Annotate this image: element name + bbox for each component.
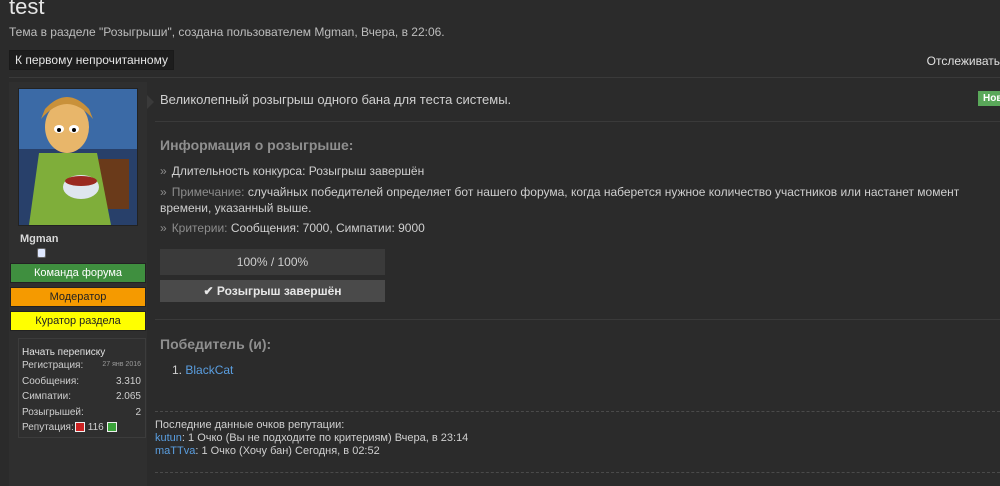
finished-label: Розыгрыш завершён [216,284,342,298]
avatar-image [19,89,137,225]
duration-item: » Длительность конкурса: Розыгрыш завершё… [160,164,424,178]
duration-text: Длительность конкурса: Розыгрыш завершён [171,164,425,178]
criteria-item: » Критерии: Сообщения: 7000, Симпатии: 90… [160,221,425,235]
winner-link[interactable]: BlackCat [185,363,233,377]
badge-curator: Куратор раздела [10,311,146,331]
note-item: » Примечание: случайных победителей опред… [160,184,1000,216]
post-lead: Великолепный розыгрыш одного бана для те… [160,92,512,107]
post-divider [155,121,1000,122]
check-icon: ✔ [203,284,214,298]
user-info-box: Начать переписку Регистрация: 27 янв 201… [18,338,146,438]
stat-label: Регистрация: [22,360,84,371]
chevron-right-icon: » [160,185,167,199]
giveaway-finished-button[interactable]: ✔ Розыгрыш завершён [160,280,385,302]
reputation-heading: Последние данные очков репутации: [155,419,345,431]
user-name[interactable]: Mgman [20,233,59,245]
note-text: случайных победителей определяет бот наш… [160,185,960,215]
stat-label: Репутация: [22,422,74,433]
stat-value: 2.065 [115,391,141,402]
reputation-entry: kutun: 1 Очко (Вы не подходите по критер… [155,432,468,444]
stat-label: Сообщения: [22,376,80,387]
giveaway-info-heading: Информация о розыгрыше: [160,137,354,153]
start-conversation-link[interactable]: Начать переписку [22,347,105,358]
reputation-entry-text: : 1 Очко (Вы не подходите по критериям) … [181,432,469,444]
new-tag: Нов [978,91,1000,106]
thread-title: test [9,0,45,19]
stat-value[interactable]: 3.310 [116,376,141,387]
header-divider [9,77,1000,78]
reputation-entry: maTTva: 1 Очко (Хочу бан) Сегодня, в 02:… [155,445,380,457]
winners-heading: Победитель (и): [160,336,272,352]
badge-moderator: Модератор [10,287,146,307]
stat-value: 2 [135,407,141,418]
user-status-icon [37,248,46,258]
post-divider [155,319,1000,320]
badge-team: Команда форума [10,263,146,283]
reputation-minus-icon[interactable] [75,422,85,433]
reputation-plus-icon[interactable] [106,422,117,433]
giveaway-progress: 100% / 100% [160,249,385,275]
winner-item: 1. BlackCat [172,363,233,377]
stat-value: 27 янв 2016 [102,361,141,368]
note-label: Примечание: [171,185,245,199]
thread-subtitle: Тема в разделе "Розыгрыши", создана поль… [9,25,445,39]
stat-label: Симпатии: [22,391,71,402]
reputation-divider [155,411,1000,412]
reputation-entry-text: : 1 Очко (Хочу бан) Сегодня, в 02:52 [195,445,380,457]
chevron-right-icon: » [160,221,167,235]
first-unread-button[interactable]: К первому непрочитанному [9,50,174,70]
user-avatar[interactable] [18,88,138,226]
reputation-value: 116 [87,422,104,433]
watch-thread-link[interactable]: Отслеживать [927,54,1000,68]
stat-label: Розыгрышей: [22,407,84,418]
reputation-user-link[interactable]: maTTva [155,445,195,457]
winner-number: 1. [172,363,183,377]
chevron-right-icon: » [160,164,167,178]
criteria-label: Критерии: [171,221,228,235]
reputation-user-link[interactable]: kutun [155,432,182,444]
reputation-divider [155,472,1000,473]
user-panel: Mgman Команда форума Модератор Куратор р… [9,82,147,486]
post-pointer [147,95,154,109]
criteria-text: Сообщения: 7000, Симпатии: 9000 [230,221,425,235]
